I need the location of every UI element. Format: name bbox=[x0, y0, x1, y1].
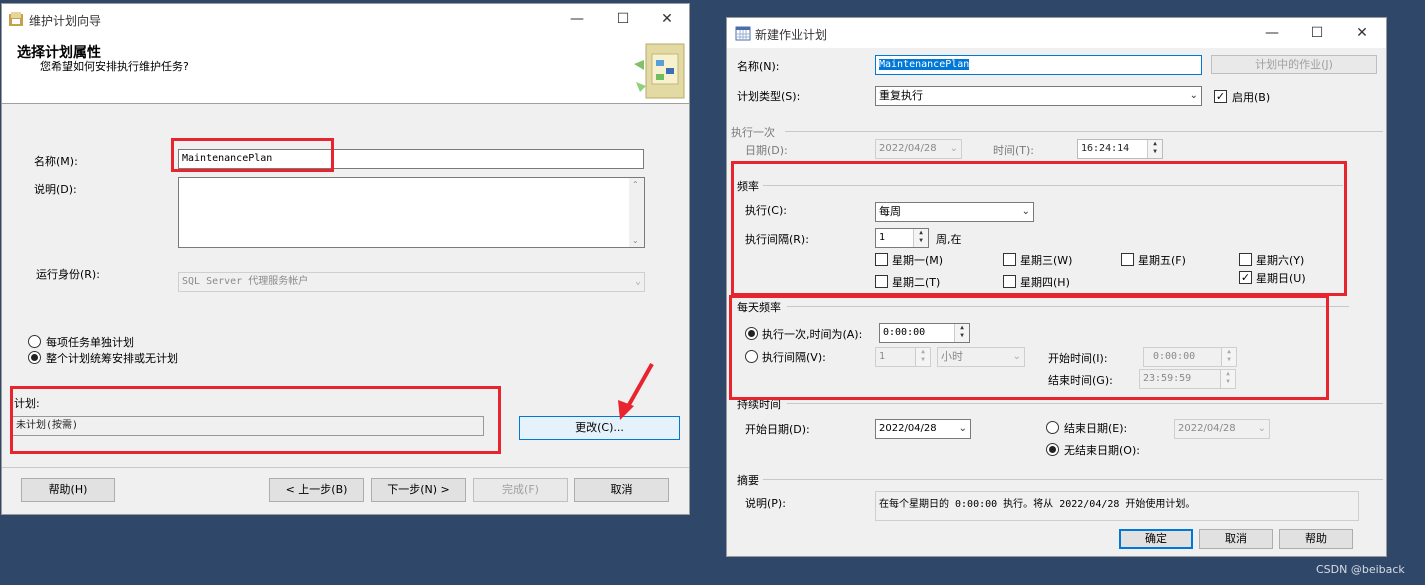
next-button[interactable]: 下一步(N) > bbox=[371, 478, 466, 502]
summary-description-text: 在每个星期日的 0:00:00 执行。将从 2022/04/28 开始使用计划。 bbox=[879, 499, 1196, 510]
app-icon bbox=[8, 11, 24, 30]
summary-description-box: 在每个星期日的 0:00:00 执行。将从 2022/04/28 开始使用计划。 bbox=[875, 491, 1359, 521]
finish-button: 完成(F) bbox=[473, 478, 568, 502]
scroll-up-icon[interactable]: ⌃ bbox=[632, 180, 639, 189]
help-button[interactable]: 帮助 bbox=[1279, 529, 1353, 549]
jobs-in-schedule-button: 计划中的作业(J) bbox=[1211, 55, 1377, 74]
summary-description-label: 说明(P): bbox=[745, 497, 786, 510]
wizard-title-bar: 维护计划向导 — ☐ ✕ bbox=[2, 4, 689, 34]
wizard-graphic-icon bbox=[632, 40, 688, 105]
window-title: 维护计划向导 bbox=[29, 14, 102, 28]
end-date-label: 结束日期(E): bbox=[1064, 422, 1128, 435]
cancel-button[interactable]: 取消 bbox=[1199, 529, 1273, 549]
minimize-button[interactable]: — bbox=[554, 4, 600, 34]
description-textarea[interactable]: ⌃ ⌄ bbox=[178, 177, 645, 248]
name-label: 名称(N): bbox=[737, 60, 780, 73]
one-time-time-value: 16:24:14 bbox=[1081, 143, 1130, 154]
enabled-label: 启用(B) bbox=[1232, 91, 1271, 104]
new-job-schedule-window: 新建作业计划 — ☐ ✕ 名称(N): MaintenancePlan 计划中的… bbox=[726, 17, 1387, 557]
maximize-button[interactable]: ☐ bbox=[600, 4, 646, 34]
time-spinner: ▲ ▼ bbox=[1147, 140, 1162, 158]
back-button[interactable]: < 上一步(B) bbox=[269, 478, 364, 502]
one-time-divider bbox=[785, 131, 1383, 132]
schedule-type-label: 计划类型(S): bbox=[737, 90, 801, 103]
description-scrollbar[interactable]: ⌃ ⌄ bbox=[629, 178, 644, 247]
radio-separate-label: 每项任务单独计划 bbox=[46, 336, 134, 349]
one-time-date-picker: 2022/04/28 ⌄ bbox=[875, 139, 962, 159]
help-button[interactable]: 帮助(H) bbox=[21, 478, 115, 502]
highlight-schedule bbox=[10, 386, 501, 454]
one-time-time-field: 16:24:14 ▲ ▼ bbox=[1077, 139, 1163, 159]
name-label: 名称(M): bbox=[34, 155, 78, 168]
schedule-title-bar: 新建作业计划 — ☐ ✕ bbox=[727, 18, 1386, 48]
description-label: 说明(D): bbox=[34, 183, 77, 196]
one-time-date-value: 2022/04/28 bbox=[879, 143, 937, 154]
start-date-label: 开始日期(D): bbox=[745, 423, 810, 436]
start-date-picker[interactable]: 2022/04/28 ⌄ bbox=[875, 419, 971, 439]
calendar-icon bbox=[735, 25, 751, 44]
chevron-down-icon: ⌄ bbox=[958, 423, 967, 434]
ok-button[interactable]: 确定 bbox=[1119, 529, 1193, 549]
scroll-down-icon[interactable]: ⌄ bbox=[632, 236, 639, 245]
summary-group-label: 摘要 bbox=[737, 474, 759, 487]
maintenance-plan-wizard-window: 维护计划向导 — ☐ ✕ 选择计划属性 您希望如何安排执行维护任务? 名称(M)… bbox=[1, 3, 690, 515]
maximize-button[interactable]: ☐ bbox=[1294, 18, 1340, 48]
run-as-label: 运行身份(R): bbox=[36, 268, 100, 281]
chevron-down-icon: ⌄ bbox=[1257, 423, 1266, 434]
highlight-name-field bbox=[171, 138, 334, 172]
summary-divider bbox=[763, 479, 1383, 480]
cancel-button[interactable]: 取消 bbox=[574, 478, 669, 502]
end-date-radio[interactable] bbox=[1046, 421, 1059, 434]
start-date-value: 2022/04/28 bbox=[879, 423, 937, 434]
chevron-down-icon: ⌄ bbox=[1189, 90, 1198, 101]
end-date-value: 2022/04/28 bbox=[1178, 423, 1236, 434]
window-title: 新建作业计划 bbox=[755, 28, 828, 42]
one-time-time-label: 时间(T): bbox=[993, 144, 1035, 157]
name-field[interactable]: MaintenancePlan bbox=[875, 55, 1202, 75]
no-end-date-label: 无结束日期(O): bbox=[1064, 444, 1140, 457]
highlight-daily-frequency bbox=[729, 295, 1329, 400]
duration-divider bbox=[787, 403, 1383, 404]
page-subtitle: 您希望如何安排执行维护任务? bbox=[40, 60, 189, 73]
no-end-date-radio[interactable] bbox=[1046, 443, 1059, 456]
close-button[interactable]: ✕ bbox=[1339, 18, 1385, 48]
end-date-picker: 2022/04/28 ⌄ bbox=[1174, 419, 1270, 439]
footer-divider bbox=[2, 467, 689, 468]
enabled-checkbox[interactable]: ✓ bbox=[1214, 90, 1227, 103]
close-button[interactable]: ✕ bbox=[644, 4, 690, 34]
wizard-header: 选择计划属性 您希望如何安排执行维护任务? bbox=[2, 34, 689, 104]
radio-single-label: 整个计划统筹安排或无计划 bbox=[46, 352, 178, 365]
chevron-down-icon: ⌄ bbox=[949, 143, 958, 154]
run-as-select[interactable]: SQL Server 代理服务帐户 ⌄ bbox=[178, 272, 645, 292]
watermark-text: CSDN @beiback bbox=[1316, 563, 1405, 576]
one-time-group-label: 执行一次 bbox=[731, 126, 775, 139]
radio-single-schedule[interactable] bbox=[28, 351, 41, 364]
chevron-down-icon: ⌄ bbox=[634, 276, 641, 287]
schedule-type-value: 重复执行 bbox=[879, 89, 923, 102]
red-arrow-icon bbox=[612, 360, 662, 425]
run-as-value: SQL Server 代理服务帐户 bbox=[182, 276, 309, 287]
radio-separate-schedules[interactable] bbox=[28, 335, 41, 348]
highlight-frequency bbox=[731, 161, 1347, 296]
minimize-button[interactable]: — bbox=[1249, 18, 1295, 48]
schedule-type-select[interactable]: 重复执行 ⌄ bbox=[875, 86, 1202, 106]
name-field-selected-text: MaintenancePlan bbox=[879, 59, 970, 70]
one-time-date-label: 日期(D): bbox=[745, 144, 788, 157]
